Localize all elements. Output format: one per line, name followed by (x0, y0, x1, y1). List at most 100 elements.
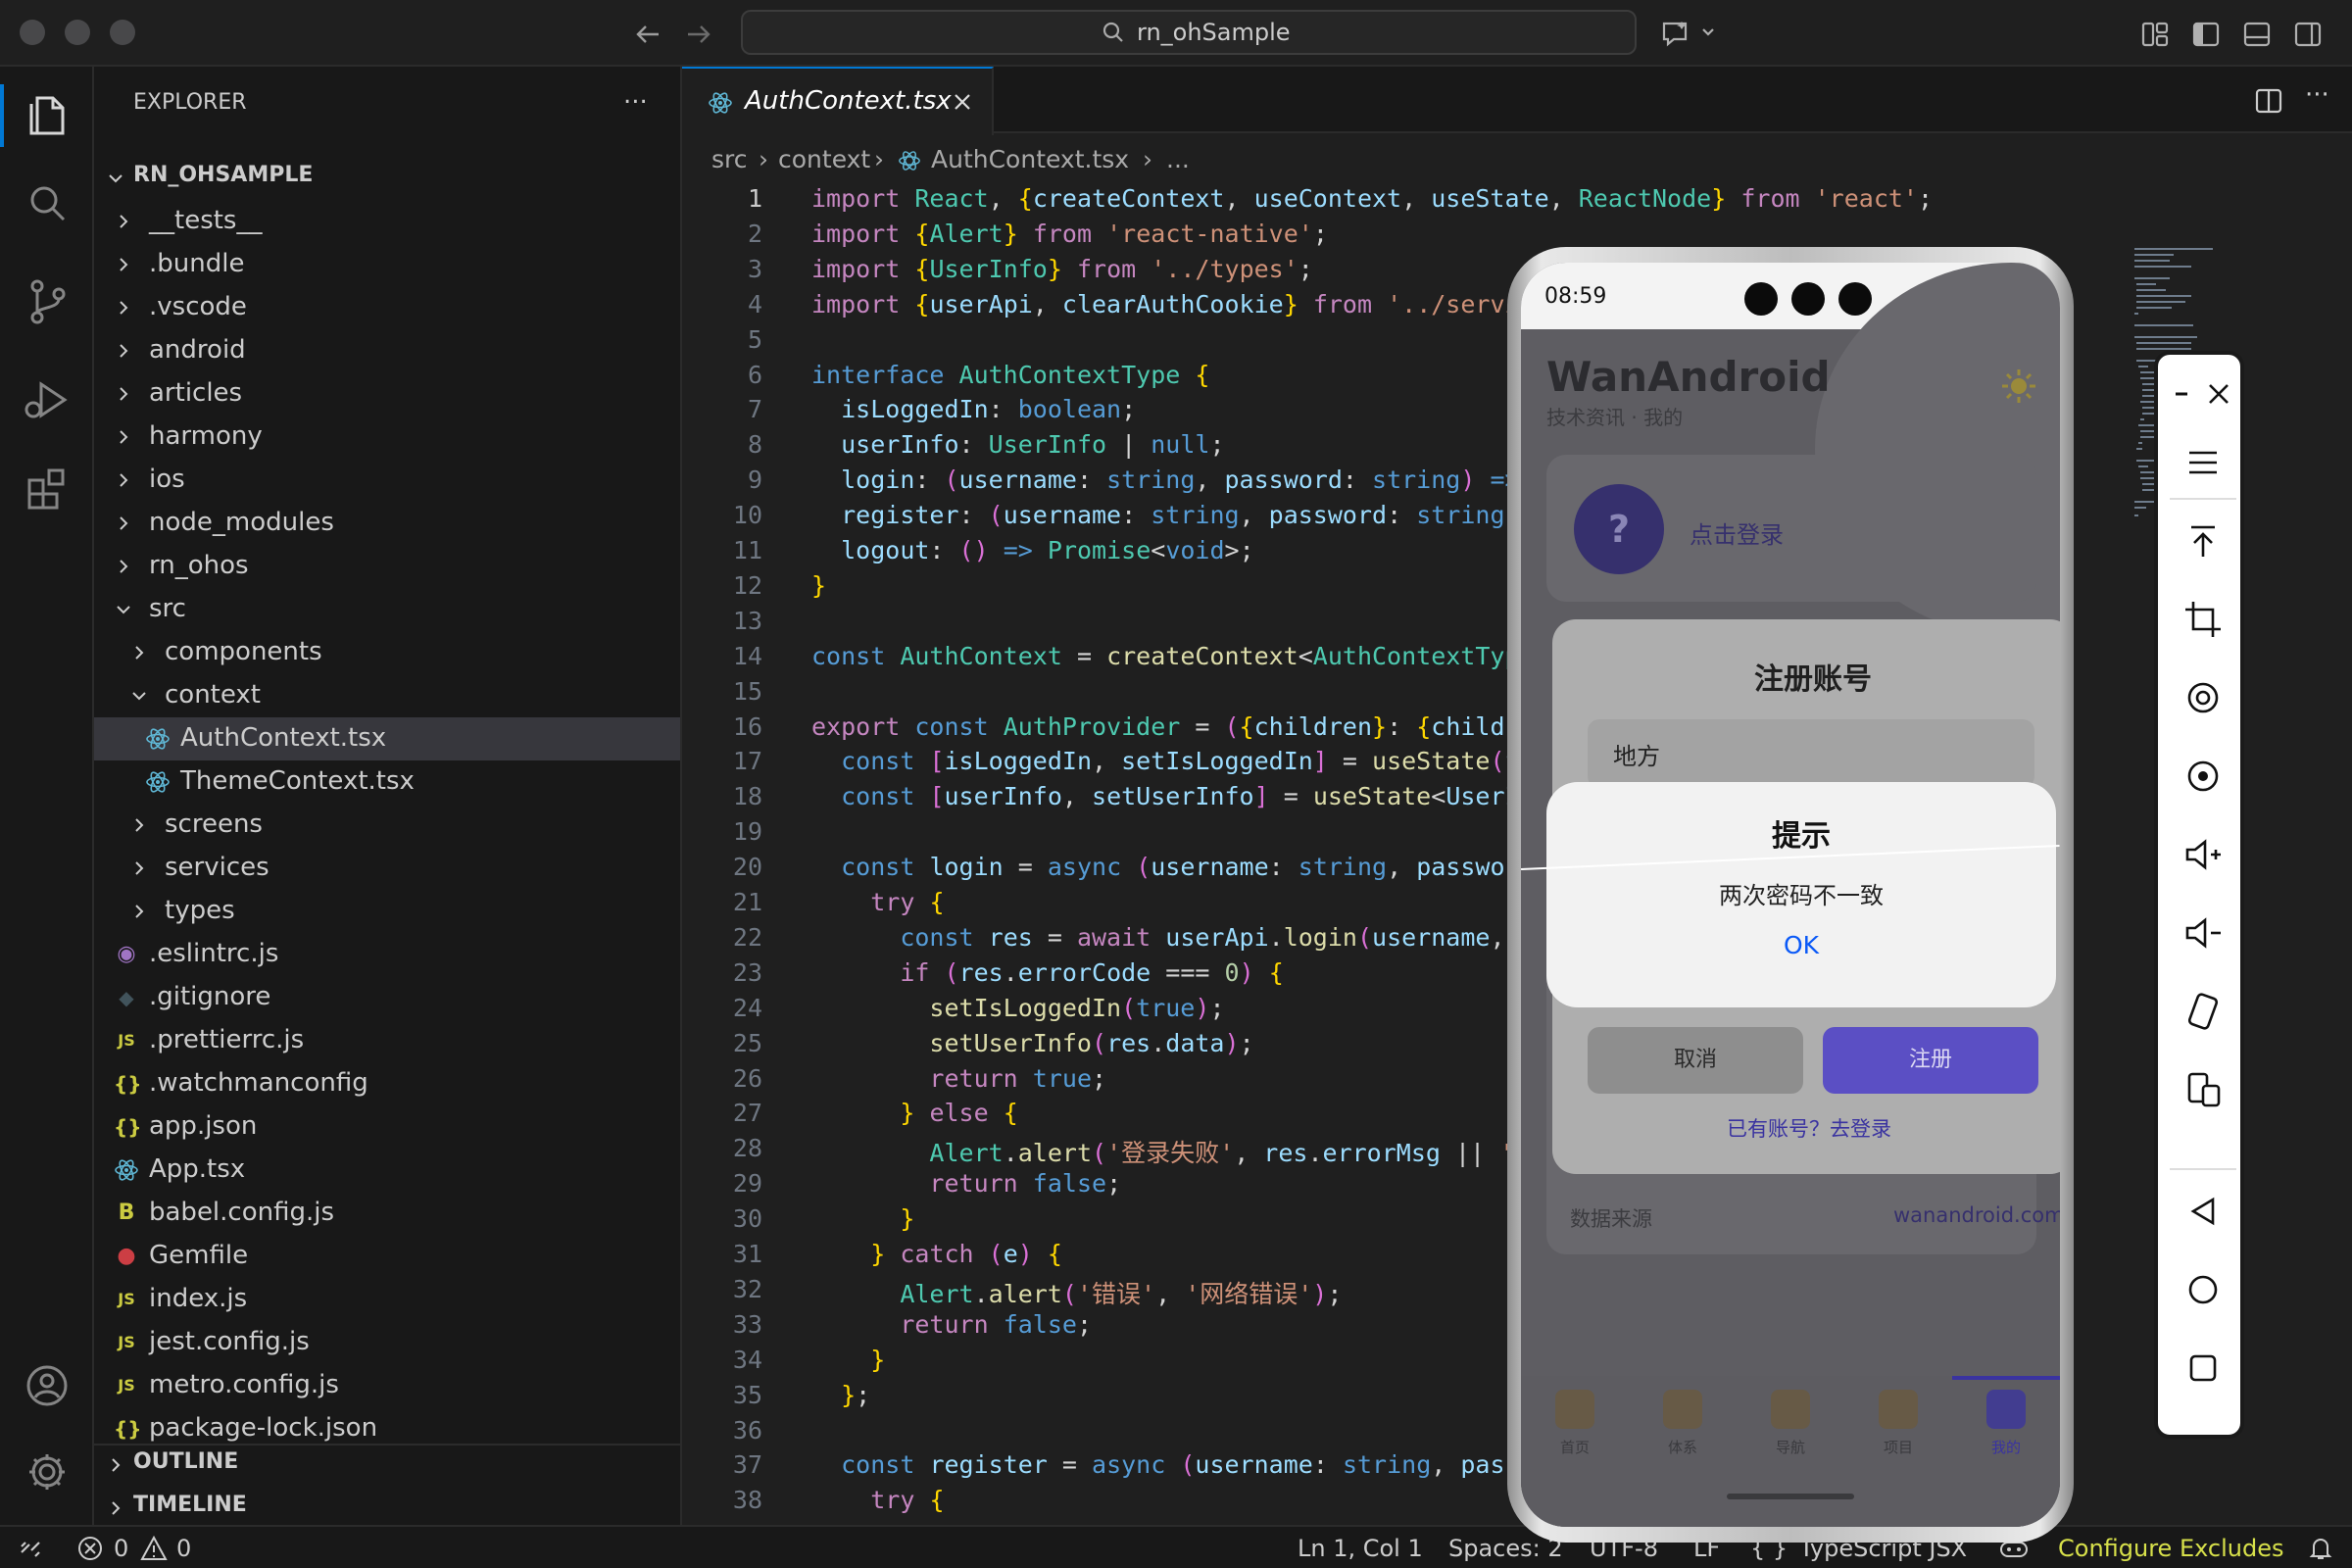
minimize-emulator-icon[interactable] (2168, 370, 2197, 417)
code-line[interactable]: }; (811, 1381, 870, 1409)
theme-sun-icon[interactable] (1999, 367, 2038, 406)
nav-recents-icon[interactable] (2180, 1345, 2227, 1392)
login-prompt[interactable]: 点击登录 (1690, 515, 1784, 550)
remote-icon[interactable] (16, 1533, 45, 1562)
close-emulator-icon[interactable] (2201, 370, 2236, 417)
code-line[interactable]: if (res.errorCode === 0) { (811, 958, 1283, 987)
tree-item[interactable]: .vscode (94, 286, 680, 329)
code-line[interactable]: isLoggedIn: boolean; (811, 395, 1136, 423)
code-line[interactable]: import React, {createContext, useContext… (811, 184, 1933, 213)
copilot-icon[interactable] (1660, 18, 1719, 49)
code-line[interactable]: register: (username: string, password: s… (811, 501, 1519, 529)
code-line[interactable]: const AuthContext = createContext<AuthCo… (811, 642, 1535, 670)
tree-item[interactable]: AuthContext.tsx (94, 717, 680, 760)
tree-item[interactable]: JS jest.config.js (94, 1321, 680, 1364)
tree-item[interactable]: ◉ .eslintrc.js (94, 933, 680, 976)
nav-item-4[interactable]: 我的 (1952, 1376, 2060, 1478)
volume-down-icon[interactable] (2180, 909, 2227, 956)
tree-item[interactable]: __tests__ (94, 200, 680, 243)
data-source-link[interactable]: wanandroid.com (1893, 1203, 2060, 1227)
tab-authcontext[interactable]: AuthContext.tsx (682, 67, 994, 135)
toggle-secondary-sidebar-icon[interactable] (2293, 20, 2323, 49)
errors-count[interactable]: 0 (114, 1535, 128, 1562)
tree-item[interactable]: articles (94, 372, 680, 416)
manage-gear-icon[interactable] (18, 1443, 76, 1501)
tree-item[interactable]: android (94, 329, 680, 372)
outline-section[interactable]: OUTLINE (94, 1444, 680, 1487)
explorer-icon[interactable] (18, 86, 76, 145)
tree-item[interactable]: node_modules (94, 502, 680, 545)
code-line[interactable]: interface AuthContextType { (811, 361, 1209, 389)
close-window-button[interactable] (20, 20, 45, 45)
profile-card[interactable]: ? 点击登录 (1546, 455, 2036, 602)
code-line[interactable]: try { (811, 1486, 944, 1514)
breadcrumb-src[interactable]: src (711, 145, 748, 173)
tree-item[interactable]: App.tsx (94, 1149, 680, 1192)
code-line[interactable]: const res = await userApi.login(username… (811, 923, 1548, 952)
command-center-search[interactable]: rn_ohSample (741, 10, 1637, 55)
minimize-window-button[interactable] (65, 20, 90, 45)
back-arrow-icon[interactable] (633, 20, 662, 49)
code-line[interactable]: try { (811, 888, 944, 916)
tree-item[interactable]: ios (94, 459, 680, 502)
code-line[interactable]: const [isLoggedIn, setIsLoggedIn] = useS… (811, 747, 1535, 775)
rotate-device-icon[interactable] (2180, 988, 2227, 1035)
tree-item[interactable]: {} app.json (94, 1105, 680, 1149)
split-editor-icon[interactable] (2254, 86, 2283, 116)
forward-arrow-icon[interactable] (684, 20, 713, 49)
register-button[interactable]: 注册 (1823, 1027, 2038, 1094)
code-line[interactable]: userInfo: UserInfo | null; (811, 430, 1224, 459)
pin-on-top-icon[interactable] (2180, 517, 2227, 564)
username-field[interactable]: 地方 (1588, 719, 2034, 788)
alert-ok-button[interactable]: OK (1546, 931, 2056, 959)
timeline-section[interactable]: TIMELINE (94, 1487, 680, 1530)
explorer-more-icon[interactable]: ... (623, 80, 648, 110)
toggle-primary-sidebar-icon[interactable] (2191, 20, 2221, 49)
nav-item-0[interactable]: 首页 (1521, 1376, 1629, 1478)
code-line[interactable]: setUserInfo(res.data); (811, 1029, 1253, 1057)
code-line[interactable]: import {UserInfo} from '../types'; (811, 255, 1313, 283)
configure-excludes[interactable]: Configure Excludes (2058, 1535, 2283, 1562)
volume-up-icon[interactable] (2180, 831, 2227, 878)
cancel-button[interactable]: 取消 (1588, 1027, 1803, 1094)
breadcrumb-context[interactable]: context (778, 145, 870, 173)
tree-item[interactable]: JS index.js (94, 1278, 680, 1321)
editor-more-icon[interactable]: ··· (2305, 80, 2329, 110)
tree-item[interactable]: services (94, 847, 680, 890)
tree-item[interactable]: JS .prettierrc.js (94, 1019, 680, 1062)
tree-item[interactable]: components (94, 631, 680, 674)
tree-item[interactable]: rn_ohos (94, 545, 680, 588)
notifications-bell-icon[interactable] (2307, 1535, 2334, 1562)
search-view-icon[interactable] (18, 174, 76, 233)
screenshot-crop-icon[interactable] (2180, 596, 2227, 643)
code-line[interactable]: Alert.alert('登录失败', res.errorMsg || '请 (811, 1134, 1539, 1169)
code-line[interactable]: const login = async (username: string, p… (811, 853, 1535, 881)
code-line[interactable]: const register = async (username: string… (811, 1450, 1535, 1479)
breadcrumb-symbol[interactable]: ... (1166, 145, 1190, 173)
menu-icon[interactable] (2180, 439, 2227, 486)
record-icon[interactable] (2180, 753, 2227, 800)
code-line[interactable]: return false; (811, 1310, 1092, 1339)
code-line[interactable]: return true; (811, 1064, 1106, 1093)
breadcrumb-file[interactable]: AuthContext.tsx (931, 145, 1129, 173)
extensions-icon[interactable] (18, 459, 76, 517)
tree-item[interactable]: ● Gemfile (94, 1235, 680, 1278)
code-line[interactable]: } else { (811, 1099, 1017, 1127)
code-line[interactable]: login: (username: string, password: stri… (811, 466, 1519, 494)
accounts-icon[interactable] (18, 1356, 76, 1415)
multi-device-icon[interactable] (2180, 1066, 2227, 1113)
tree-item[interactable]: Bbabel.config.js (94, 1192, 680, 1235)
code-line[interactable]: } catch (e) { (811, 1240, 1062, 1268)
nav-back-icon[interactable] (2180, 1188, 2227, 1235)
close-tab-icon[interactable] (951, 90, 974, 114)
code-line[interactable]: import {Alert} from 'react-native'; (811, 220, 1328, 248)
tree-item[interactable]: ThemeContext.tsx (94, 760, 680, 804)
run-debug-icon[interactable] (18, 370, 76, 429)
nav-home-icon[interactable] (2180, 1266, 2227, 1313)
cursor-position[interactable]: Ln 1, Col 1 (1298, 1535, 1423, 1562)
nav-item-3[interactable]: 项目 (1844, 1376, 1952, 1478)
emulator-screen[interactable]: 08:59 100 WanAndroid 技术资讯 · 我的 ? 点击登录 数据… (1521, 263, 2060, 1527)
code-line[interactable]: setIsLoggedIn(true); (811, 994, 1224, 1022)
zoom-window-button[interactable] (110, 20, 135, 45)
code-line[interactable]: Alert.alert('错误', '网络错误'); (811, 1275, 1342, 1310)
